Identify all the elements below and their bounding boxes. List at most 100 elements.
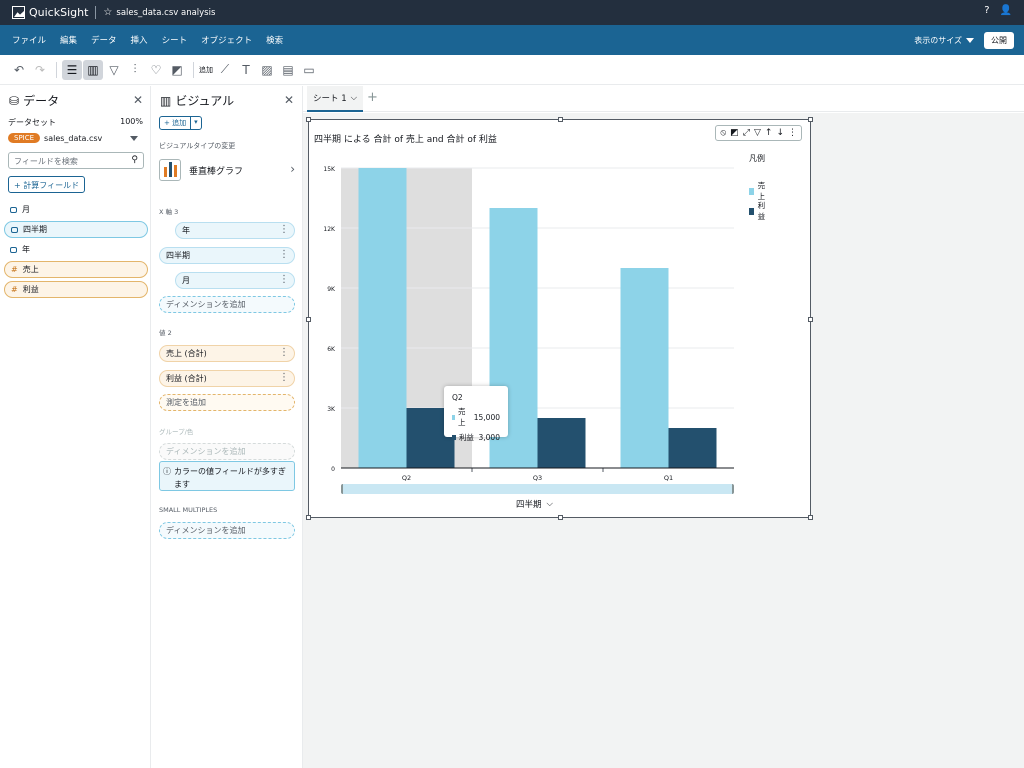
dimension-icon	[11, 226, 18, 233]
chevron-down-icon[interactable]: ⌵	[351, 93, 357, 103]
y-tick-label: 0	[331, 466, 335, 473]
visual-type-selector[interactable]: 垂直棒グラフ ›	[159, 156, 299, 184]
dataset-select[interactable]: SPICE sales_data.csv	[8, 130, 144, 146]
undo-icon[interactable]: ↶	[9, 60, 29, 80]
resize-handle[interactable]	[306, 117, 311, 122]
x-axis-scrollbar[interactable]	[341, 484, 734, 494]
more-options-icon[interactable]: ⋮	[788, 128, 797, 138]
legend-item-sales[interactable]: 売上	[749, 180, 768, 202]
x-field-quarter[interactable]: 四半期 ⋮	[159, 247, 295, 264]
add-visual-icon[interactable]: ⟋	[215, 60, 235, 80]
chevron-down-icon[interactable]: ▾	[190, 117, 201, 129]
themes-icon[interactable]: ◩	[167, 60, 187, 80]
add-image-icon[interactable]: ▨	[257, 60, 277, 80]
field-item[interactable]: 月	[4, 201, 148, 218]
sort-down-icon[interactable]: ↓	[776, 128, 784, 138]
legend-label: 利益	[757, 201, 766, 221]
bar-chart-visual[interactable]: 四半期 による 合計 of 売上 and 合計 of 利益 ⦸ ◩ ⤢ ▽ ↑ …	[306, 117, 813, 520]
help-icon[interactable]: ?	[984, 5, 989, 16]
value-field-sales[interactable]: 売上 (合計) ⋮	[159, 345, 295, 362]
format-visual-icon[interactable]: ◩	[730, 128, 739, 138]
view-size-select[interactable]: 表示のサイズ	[914, 35, 974, 46]
menu-item-3[interactable]: 挿入	[131, 34, 148, 46]
quicksight-logo-icon	[12, 6, 25, 19]
top-bar: QuickSight ☆ sales_data.csv analysis ? 👤	[0, 0, 1024, 25]
insights-icon[interactable]: ♡	[146, 60, 166, 80]
bar-利益-Q1[interactable]	[668, 428, 717, 468]
more-options-icon[interactable]: ⋮	[279, 249, 289, 260]
resize-handle[interactable]	[808, 117, 813, 122]
app-name: QuickSight	[29, 6, 89, 19]
resize-handle[interactable]	[558, 515, 563, 520]
chart-plot[interactable]: 0 3K 6K 9K 12K 15K Q2 Q3 Q1	[309, 160, 739, 484]
menu-item-4[interactable]: シート	[162, 34, 188, 46]
data-pane-icon[interactable]: ☰	[62, 59, 82, 80]
resize-handle[interactable]	[808, 317, 813, 322]
tooltip-swatch	[452, 435, 456, 440]
more-options-icon[interactable]: ⋮	[279, 274, 289, 285]
filter-icon[interactable]: ▽	[104, 60, 124, 80]
user-icon[interactable]: 👤	[1000, 5, 1012, 16]
quicksight-logo[interactable]: QuickSight	[12, 6, 88, 19]
field-item[interactable]: 年	[4, 241, 148, 258]
bar-利益-Q3[interactable]	[537, 418, 586, 468]
field-item[interactable]: # 売上	[4, 261, 148, 278]
bar-売上-Q2[interactable]	[358, 168, 407, 468]
x-field-label: 月	[182, 276, 190, 285]
parameters-icon[interactable]: ⫶	[125, 60, 145, 80]
add-measure-button[interactable]: 測定を追加	[159, 394, 295, 411]
close-icon[interactable]: ✕	[284, 93, 294, 107]
analysis-title[interactable]: sales_data.csv analysis	[116, 8, 215, 18]
resize-handle[interactable]	[558, 117, 563, 122]
sort-up-icon[interactable]: ↑	[765, 128, 773, 138]
redo-icon[interactable]: ↷	[30, 60, 50, 80]
add-insight-icon[interactable]: ▤	[278, 60, 298, 80]
add-embed-icon[interactable]: ▭	[299, 60, 319, 80]
more-options-icon[interactable]: ⋮	[279, 224, 289, 235]
more-options-icon[interactable]: ⋮	[279, 372, 289, 383]
add-sheet-icon[interactable]: +	[367, 90, 378, 105]
x-field-month[interactable]: 月 ⋮	[175, 272, 295, 289]
visual-panel-title: ビジュアル	[175, 94, 235, 108]
favorite-star-icon[interactable]: ☆	[103, 7, 112, 18]
info-text: カラーの値フィールドが多すぎます	[174, 467, 286, 489]
value-label: 値 2	[159, 329, 172, 337]
field-name: 年	[22, 245, 30, 254]
field-item[interactable]: # 利益	[4, 281, 148, 298]
field-search-input[interactable]: フィールドを検索 ⚲	[8, 152, 144, 169]
add-small-multiples-button[interactable]: ディメンションを追加	[159, 522, 295, 539]
menu-item-6[interactable]: 検索	[266, 34, 283, 46]
field-item[interactable]: 四半期	[4, 221, 148, 238]
add-text-icon[interactable]: T	[236, 60, 256, 80]
y-tick-label: 9K	[327, 286, 336, 293]
bar-売上-Q1[interactable]	[620, 268, 669, 468]
close-icon[interactable]: ✕	[133, 93, 143, 107]
value-field-profit[interactable]: 利益 (合計) ⋮	[159, 370, 295, 387]
no-sign-icon[interactable]: ⦸	[720, 128, 726, 138]
menu-item-0[interactable]: ファイル	[12, 34, 46, 46]
add-calculated-field-button[interactable]: + 計算フィールド	[8, 176, 86, 193]
menu-item-5[interactable]: オブジェクト	[201, 34, 252, 46]
tooltip-label: 売上	[458, 407, 466, 427]
resize-handle[interactable]	[306, 515, 311, 520]
info-message: ⓘ カラーの値フィールドが多すぎます	[159, 461, 295, 491]
resize-handle[interactable]	[808, 515, 813, 520]
filter-icon[interactable]: ▽	[754, 128, 761, 138]
tooltip-row: 利益 3,000	[452, 432, 500, 443]
menu-item-1[interactable]: 編集	[60, 34, 77, 46]
field-name: 四半期	[23, 225, 47, 234]
x-field-year[interactable]: 年 ⋮	[175, 222, 295, 239]
tab-sheet-1[interactable]: シート 1 ⌵	[307, 86, 364, 112]
add-x-dimension-button[interactable]: ディメンションを追加	[159, 296, 295, 313]
expand-icon[interactable]: ⤢	[743, 128, 750, 138]
bar-chart-icon: ▥	[160, 93, 172, 108]
more-options-icon[interactable]: ⋮	[279, 347, 289, 358]
visual-pane-icon[interactable]: ▥	[83, 59, 103, 80]
add-visual-button[interactable]: + 追加 ▾	[159, 116, 202, 130]
title-divider	[95, 6, 97, 19]
publish-button[interactable]: 公開	[984, 32, 1014, 49]
visual-type-name: 垂直棒グラフ	[189, 166, 244, 177]
x-axis-title-button[interactable]: 四半期 ⌵	[516, 498, 553, 510]
menu-item-2[interactable]: データ	[91, 34, 117, 46]
legend-item-profit[interactable]: 利益	[749, 200, 768, 222]
